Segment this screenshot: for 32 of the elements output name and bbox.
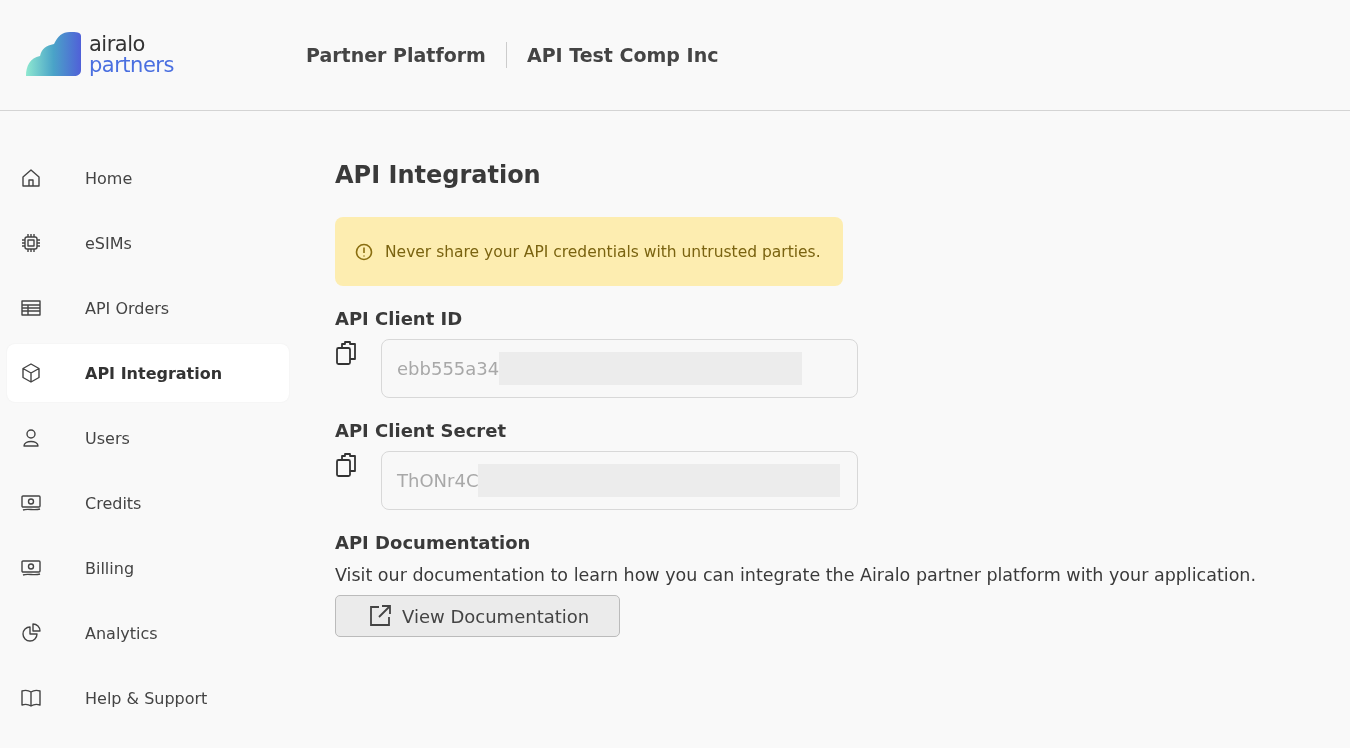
section-heading: API Documentation bbox=[335, 532, 532, 553]
money-icon bbox=[20, 557, 42, 579]
chip-icon bbox=[20, 232, 42, 254]
sidebar-item[interactable]: Users bbox=[7, 409, 289, 467]
field-label: API Client ID bbox=[335, 308, 464, 329]
external-link-icon bbox=[368, 604, 392, 628]
pie-icon bbox=[20, 622, 42, 644]
sidebar-item[interactable]: eSIMs bbox=[7, 214, 289, 272]
sidebar-item[interactable]: Analytics bbox=[7, 604, 289, 662]
logo-icon bbox=[26, 32, 82, 78]
sidebar-item[interactable]: Home bbox=[7, 149, 289, 207]
home-icon bbox=[20, 167, 42, 189]
description: Visit our documentation to learn how you can integrate the Airalo partner platform with your application. bbox=[335, 565, 1256, 585]
info-icon bbox=[355, 242, 373, 261]
sidebar-item[interactable]: Help & Support bbox=[7, 669, 289, 727]
table-icon bbox=[20, 297, 42, 319]
breadcrumb: API Test Comp Inc bbox=[526, 44, 719, 66]
view-documentation-button[interactable]: View Documentation bbox=[335, 595, 620, 637]
logo-text: airalo bbox=[89, 34, 146, 54]
warning-text: Never share your API credentials with untrusted parties. bbox=[385, 242, 821, 261]
sidebar-item[interactable]: API Orders bbox=[7, 279, 289, 337]
book-icon bbox=[20, 687, 42, 709]
breadcrumb: Partner Platform bbox=[306, 44, 486, 66]
sidebar-item[interactable]: Credits bbox=[7, 474, 289, 532]
logo-text: partners bbox=[89, 54, 174, 76]
user-icon bbox=[20, 427, 42, 449]
field-label: API Client Secret bbox=[335, 420, 508, 441]
sidebar-item[interactable]: Billing bbox=[7, 539, 289, 597]
money-icon bbox=[20, 492, 42, 514]
cube-icon bbox=[20, 362, 42, 384]
page-title: API Integration bbox=[335, 161, 542, 189]
sidebar-item[interactable]: API Integration bbox=[7, 344, 289, 402]
